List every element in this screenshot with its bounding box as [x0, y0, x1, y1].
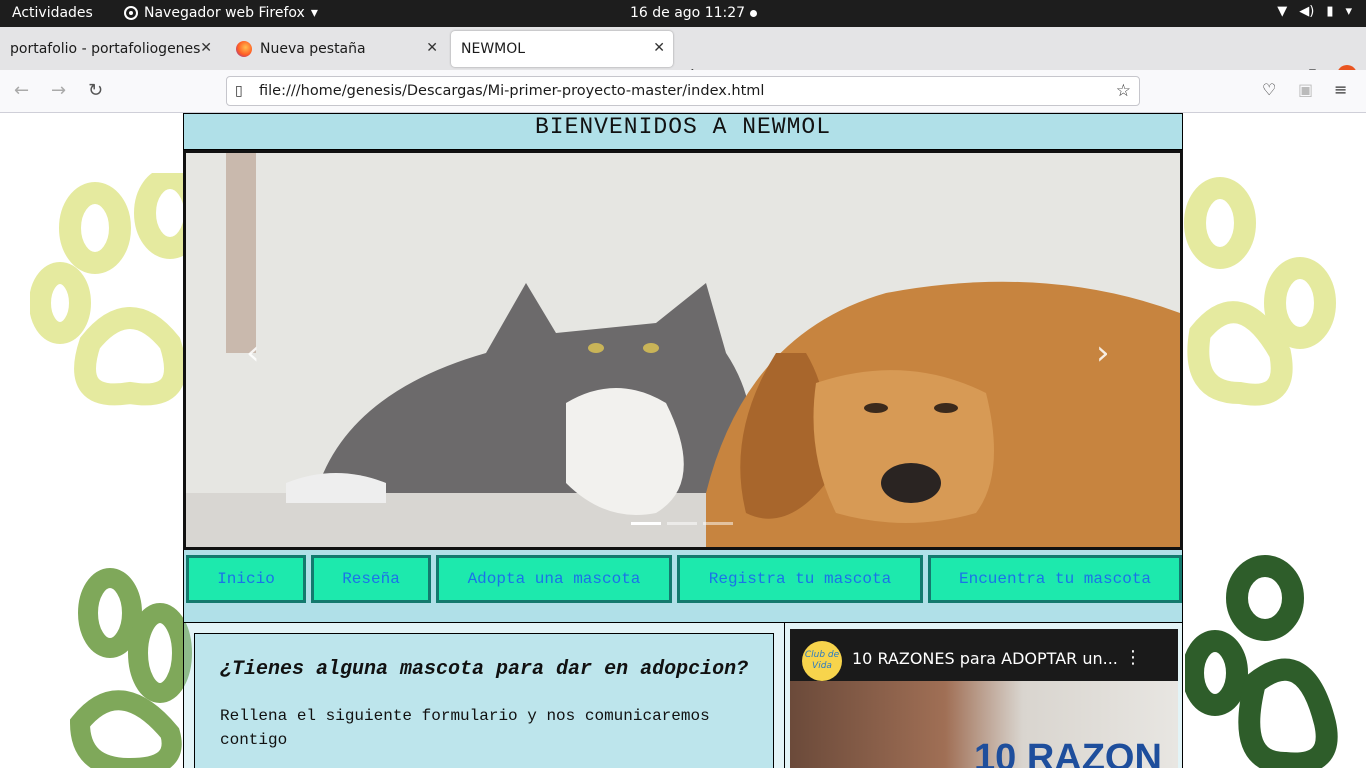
clock[interactable]: 16 de ago 11:27 [630, 5, 745, 21]
bookmark-star-icon[interactable]: ☆ [1116, 81, 1131, 101]
thumbnail-text: 10 RAZON [974, 737, 1162, 768]
tab-newmol[interactable]: NEWMOL ✕ [451, 31, 673, 67]
app-name: Navegador web Firefox [144, 5, 305, 21]
carousel-image-cat-and-dog [186, 153, 1180, 547]
paw-print-decoration [1184, 177, 1336, 406]
page-title: BIENVENIDOS A NEWMOL [183, 113, 1183, 150]
carousel-indicator[interactable] [631, 522, 661, 525]
form-description: Rellena el siguiente formulario y nos co… [220, 707, 710, 749]
more-options-icon[interactable]: ⋮ [1124, 647, 1142, 668]
carousel-prev-button[interactable]: ‹ [246, 333, 260, 373]
video-title[interactable]: 10 RAZONES para ADOPTAR un... [852, 649, 1118, 668]
hero-carousel[interactable]: ‹ › [183, 150, 1183, 550]
menu-resena-button[interactable]: Reseña [311, 555, 431, 603]
youtube-video-embed[interactable]: Club de Vida 10 RAZONES para ADOPTAR un.… [790, 629, 1178, 768]
menu-inicio-button[interactable]: Inicio [186, 555, 306, 603]
tab-strip: portafolio - portafoliogenesi ✕ Nueva pe… [0, 27, 1366, 87]
volume-icon: ◀) [1299, 4, 1315, 19]
menu-encuentra-button[interactable]: Encuentra tu mascota [928, 555, 1182, 603]
close-tab-icon[interactable]: ✕ [426, 40, 438, 56]
reload-button[interactable]: ↻ [88, 80, 103, 101]
content-section: ¿Tienes alguna mascota para dar en adopc… [183, 622, 1183, 768]
system-top-bar: Actividades Navegador web Firefox ▾ 16 d… [0, 0, 1366, 27]
menu-hamburger-icon[interactable]: ≡ [1334, 80, 1347, 99]
forward-button[interactable]: → [51, 80, 66, 101]
battery-icon: ▮ [1326, 4, 1334, 19]
wifi-icon: ▼ [1277, 4, 1288, 19]
main-menu: Inicio Reseña Adopta una mascota Registr… [183, 550, 1183, 622]
tab-portafolio[interactable]: portafolio - portafoliogenesi ✕ [0, 31, 220, 67]
tab-nueva-pestana[interactable]: Nueva pestaña ✕ [226, 31, 446, 67]
tab-label: NEWMOL [461, 41, 526, 57]
web-content: BIENVENIDOS A NEWMOL ‹ › Inicio Reseña A… [0, 113, 1366, 768]
pocket-icon[interactable]: ♡ [1262, 80, 1276, 99]
page-icon: ▯ [235, 83, 243, 99]
firefox-logo-icon [236, 41, 252, 57]
back-button[interactable]: ← [14, 80, 29, 101]
tab-label: Nueva pestaña [260, 41, 366, 57]
activities-button[interactable]: Actividades [12, 5, 93, 21]
close-tab-icon[interactable]: ✕ [653, 40, 665, 56]
divider [784, 623, 785, 768]
menu-registra-button[interactable]: Registra tu mascota [677, 555, 923, 603]
carousel-indicators [631, 522, 733, 525]
url-bar[interactable]: ▯ file:///home/genesis/Descargas/Mi-prim… [226, 76, 1140, 106]
notification-dot [750, 10, 757, 17]
form-heading: ¿Tienes alguna mascota para dar en adopc… [220, 658, 749, 681]
channel-logo[interactable]: Club de Vida [802, 641, 842, 681]
chevron-down-icon: ▾ [310, 5, 318, 21]
url-text[interactable]: file:///home/genesis/Descargas/Mi-primer… [259, 83, 764, 99]
paw-print-decoration [1185, 555, 1338, 768]
extension-icon[interactable]: ▣ [1298, 80, 1313, 99]
close-tab-icon[interactable]: ✕ [200, 40, 212, 56]
app-menu[interactable]: Navegador web Firefox ▾ [124, 5, 318, 21]
adoption-form-section: ¿Tienes alguna mascota para dar en adopc… [194, 633, 774, 768]
menu-adopta-button[interactable]: Adopta una mascota [436, 555, 672, 603]
carousel-indicator[interactable] [667, 522, 697, 525]
carousel-indicator[interactable] [703, 522, 733, 525]
navigation-toolbar: ← → ↻ ▯ file:///home/genesis/Descargas/M… [0, 70, 1366, 113]
system-tray[interactable]: ▼ ◀) ▮ ▾ [1277, 4, 1352, 19]
tab-label: portafolio - portafoliogenesi [10, 41, 200, 57]
carousel-next-button[interactable]: › [1096, 333, 1110, 373]
newmol-site: BIENVENIDOS A NEWMOL ‹ › Inicio Reseña A… [183, 113, 1183, 768]
firefox-icon [124, 6, 138, 20]
chevron-down-icon: ▾ [1345, 4, 1352, 19]
